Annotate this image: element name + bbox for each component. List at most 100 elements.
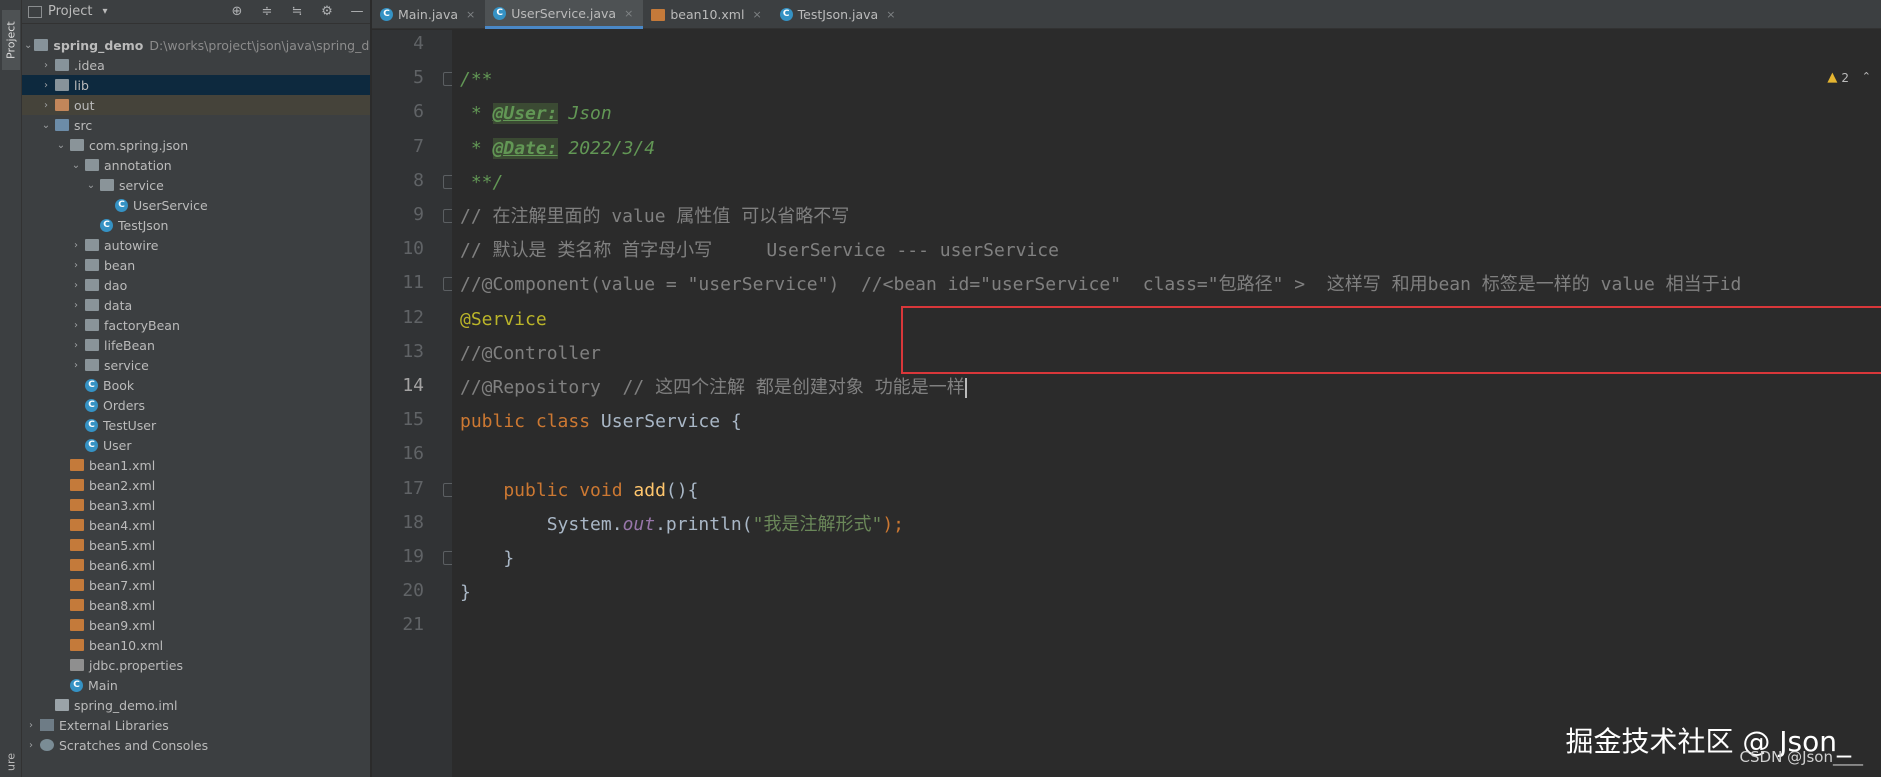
tree-item[interactable]: bean6.xml (22, 555, 370, 575)
inspection-widget[interactable]: ▲ 2 (1827, 70, 1849, 85)
chevron-down-icon[interactable]: ⌄ (39, 120, 53, 131)
tree-item[interactable]: ⌄ annotation (22, 155, 370, 175)
chevron-right-icon[interactable]: › (69, 360, 83, 371)
tree-item[interactable]: bean4.xml (22, 515, 370, 535)
tree-item[interactable]: bean5.xml (22, 535, 370, 555)
tree-item[interactable]: › dao (22, 275, 370, 295)
class-file-icon: C (493, 6, 507, 20)
chevron-right-icon[interactable]: › (69, 260, 83, 271)
class-file-icon: C (380, 8, 393, 21)
chevron-right-icon[interactable]: › (69, 340, 83, 351)
structure-tool-tab[interactable]: ure (2, 748, 20, 776)
tree-item[interactable]: › External Libraries (22, 715, 370, 735)
gear-icon[interactable]: ⚙ (320, 5, 334, 19)
tree-item[interactable]: ⌄ service (22, 175, 370, 195)
tree-item[interactable]: spring_demo.iml (22, 695, 370, 715)
tree-item[interactable]: › Scratches and Consoles (22, 735, 370, 755)
tree-item[interactable]: bean3.xml (22, 495, 370, 515)
code-line[interactable]: //@Component(value = "userService") //<b… (460, 273, 1741, 297)
chevron-right-icon[interactable]: › (39, 60, 53, 71)
chevron-right-icon[interactable]: › (69, 280, 83, 291)
editor-tab[interactable]: C UserService.java × (485, 0, 644, 29)
tree-item[interactable]: C Book (22, 375, 370, 395)
code-editor[interactable]: ▲ 2 ⌃ /** * @User: Json * @Date: 2022/3/… (452, 30, 1881, 777)
code-token: UserService { (600, 411, 742, 433)
line-number: 14 (402, 375, 424, 396)
chevron-right-icon[interactable]: › (24, 720, 38, 731)
tree-item-label: .idea (74, 57, 105, 73)
chevron-down-icon[interactable]: ⌄ (69, 160, 83, 171)
close-icon[interactable]: × (466, 8, 475, 21)
chevron-right-icon[interactable]: › (69, 240, 83, 251)
project-view-selector[interactable]: Project (48, 4, 92, 19)
expand-all-icon[interactable]: ≑ (260, 5, 274, 19)
tree-item[interactable]: jdbc.properties (22, 655, 370, 675)
tree-item[interactable]: bean9.xml (22, 615, 370, 635)
chevron-right-icon[interactable]: › (69, 300, 83, 311)
editor-tab[interactable]: bean10.xml × (643, 0, 771, 29)
tree-item[interactable]: › lib (22, 75, 370, 95)
tree-item[interactable]: C TestUser (22, 415, 370, 435)
tree-item[interactable]: C Orders (22, 395, 370, 415)
close-icon[interactable]: × (886, 8, 895, 21)
tree-item[interactable]: ⌄ src (22, 115, 370, 135)
line-number: 19 (402, 546, 424, 567)
editor-tab[interactable]: C Main.java × (372, 0, 485, 29)
code-line[interactable]: public class UserService { (460, 410, 742, 434)
tree-item[interactable]: › bean (22, 255, 370, 275)
tree-item[interactable]: C User (22, 435, 370, 455)
code-line[interactable]: * @Date: 2022/3/4 (460, 137, 655, 161)
tree-item[interactable]: C TestJson (22, 215, 370, 235)
tree-item[interactable]: bean10.xml (22, 635, 370, 655)
code-line[interactable]: **/ (460, 171, 504, 195)
code-line[interactable]: // 在注解里面的 value 属性值 可以省略不写 (460, 205, 849, 229)
tree-item[interactable]: C Main (22, 675, 370, 695)
tree-item[interactable]: › .idea (22, 55, 370, 75)
tree-item[interactable]: bean2.xml (22, 475, 370, 495)
tree-item[interactable]: ⌄ spring_demo D:\works\project\json\java\s… (22, 35, 370, 55)
chevron-right-icon[interactable]: › (39, 80, 53, 91)
chevron-right-icon[interactable]: › (39, 100, 53, 111)
tree-item[interactable]: › service (22, 355, 370, 375)
tree-item[interactable]: › out (22, 95, 370, 115)
chevron-down-icon[interactable]: ▾ (102, 6, 107, 17)
tree-item[interactable]: › lifeBean (22, 335, 370, 355)
line-number: 6 (413, 101, 424, 123)
tree-item-label: jdbc.properties (89, 657, 183, 673)
tree-item[interactable]: bean8.xml (22, 595, 370, 615)
code-token: @Date: (492, 137, 558, 159)
chevron-up-icon[interactable]: ⌃ (1862, 70, 1871, 83)
tree-item[interactable]: › data (22, 295, 370, 315)
tree-item[interactable]: bean7.xml (22, 575, 370, 595)
code-line[interactable]: //@Controller (460, 342, 601, 366)
tree-item[interactable]: C UserService (22, 195, 370, 215)
chevron-right-icon[interactable]: › (24, 740, 38, 751)
warning-count: 2 (1841, 70, 1849, 85)
editor-tab[interactable]: C TestJson.java × (772, 0, 906, 29)
collapse-all-icon[interactable]: ≒ (290, 5, 304, 19)
code-line[interactable]: public void add(){ (460, 479, 698, 503)
code-line[interactable]: @Service (460, 308, 547, 332)
close-icon[interactable]: × (752, 8, 761, 21)
code-line[interactable]: /** (460, 68, 493, 92)
tree-item[interactable]: bean1.xml (22, 455, 370, 475)
hide-icon[interactable]: — (350, 5, 364, 19)
code-line[interactable]: System.out.println("我是注解形式"); (460, 513, 904, 537)
code-line[interactable]: //@Repository // 这四个注解 都是创建对象 功能是一样 (460, 376, 967, 400)
line-number: 13 (402, 340, 424, 362)
code-token: add (633, 479, 666, 501)
tree-item[interactable]: › autowire (22, 235, 370, 255)
chevron-right-icon[interactable]: › (69, 320, 83, 331)
code-line[interactable]: } (460, 581, 471, 605)
chevron-down-icon[interactable]: ⌄ (84, 180, 98, 191)
tree-item[interactable]: › factoryBean (22, 315, 370, 335)
project-tool-tab[interactable]: Project (2, 10, 20, 70)
chevron-down-icon[interactable]: ⌄ (24, 40, 32, 51)
code-line[interactable]: * @User: Json (460, 102, 612, 126)
chevron-down-icon[interactable]: ⌄ (54, 140, 68, 151)
code-line[interactable]: } (460, 547, 514, 571)
tree-item[interactable]: ⌄ com.spring.json (22, 135, 370, 155)
close-icon[interactable]: × (624, 7, 633, 20)
code-line[interactable]: // 默认是 类名称 首字母小写 UserService --- userSer… (460, 239, 1059, 263)
locate-icon[interactable]: ⊕ (230, 5, 244, 19)
